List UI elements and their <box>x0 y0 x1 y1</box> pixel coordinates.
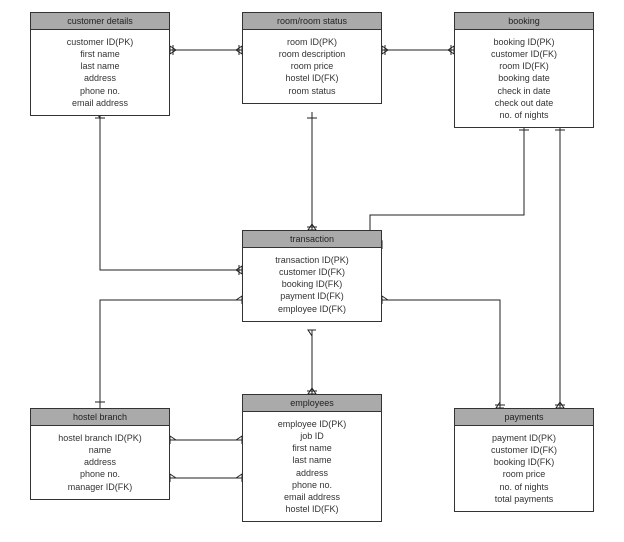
entity-title: hostel branch <box>31 409 169 426</box>
entity-field: booking ID(FK) <box>459 456 589 468</box>
entity-fields: customer ID(PK)first namelast nameaddres… <box>31 30 169 115</box>
entity-field: first name <box>247 442 377 454</box>
entity-field: customer ID(FK) <box>247 266 377 278</box>
entity-field: employee ID(PK) <box>247 418 377 430</box>
entity-field: email address <box>247 491 377 503</box>
entity-field: transaction ID(PK) <box>247 254 377 266</box>
entity-field: booking ID(FK) <box>247 278 377 290</box>
entity-field: no. of nights <box>459 109 589 121</box>
entity-field: total payments <box>459 493 589 505</box>
entity-field: last name <box>247 454 377 466</box>
entity-field: room description <box>247 48 377 60</box>
entity-field: hostel branch ID(PK) <box>35 432 165 444</box>
entity-fields: booking ID(PK)customer ID(FK)room ID(FK)… <box>455 30 593 127</box>
entity-fields: employee ID(PK)job IDfirst namelast name… <box>243 412 381 521</box>
entity-field: phone no. <box>247 479 377 491</box>
entity-title: transaction <box>243 231 381 248</box>
entity-field: room price <box>459 468 589 480</box>
entity-field: last name <box>35 60 165 72</box>
entity-field: no. of nights <box>459 481 589 493</box>
entity-field: customer ID(FK) <box>459 444 589 456</box>
entity-field: check out date <box>459 97 589 109</box>
entity-field: phone no. <box>35 468 165 480</box>
entity-field: payment ID(FK) <box>247 290 377 302</box>
entity-field: payment ID(PK) <box>459 432 589 444</box>
entity-field: phone no. <box>35 85 165 97</box>
entity-field: first name <box>35 48 165 60</box>
entity-room-status: room/room status room ID(PK)room descrip… <box>242 12 382 104</box>
entity-field: email address <box>35 97 165 109</box>
entity-hostel-branch: hostel branch hostel branch ID(PK)namead… <box>30 408 170 500</box>
entity-payments: payments payment ID(PK)customer ID(FK)bo… <box>454 408 594 512</box>
entity-field: hostel ID(FK) <box>247 72 377 84</box>
entity-field: manager ID(FK) <box>35 481 165 493</box>
entity-title: booking <box>455 13 593 30</box>
entity-field: job ID <box>247 430 377 442</box>
entity-field: check in date <box>459 85 589 97</box>
entity-field: booking ID(PK) <box>459 36 589 48</box>
entity-employees: employees employee ID(PK)job IDfirst nam… <box>242 394 382 522</box>
entity-title: customer details <box>31 13 169 30</box>
entity-field: room ID(PK) <box>247 36 377 48</box>
entity-field: employee ID(FK) <box>247 303 377 315</box>
entity-field: booking date <box>459 72 589 84</box>
entity-transaction: transaction transaction ID(PK)customer I… <box>242 230 382 322</box>
entity-field: room ID(FK) <box>459 60 589 72</box>
entity-field: address <box>35 72 165 84</box>
entity-field: address <box>35 456 165 468</box>
entity-field: room status <box>247 85 377 97</box>
entity-fields: room ID(PK)room descriptionroom pricehos… <box>243 30 381 103</box>
entity-fields: payment ID(PK)customer ID(FK)booking ID(… <box>455 426 593 511</box>
entity-field: room price <box>247 60 377 72</box>
entity-title: payments <box>455 409 593 426</box>
entity-booking: booking booking ID(PK)customer ID(FK)roo… <box>454 12 594 128</box>
entity-title: employees <box>243 395 381 412</box>
entity-fields: transaction ID(PK)customer ID(FK)booking… <box>243 248 381 321</box>
entity-field: hostel ID(FK) <box>247 503 377 515</box>
entity-field: name <box>35 444 165 456</box>
entity-field: customer ID(PK) <box>35 36 165 48</box>
entity-field: customer ID(FK) <box>459 48 589 60</box>
entity-field: address <box>247 467 377 479</box>
entity-customer-details: customer details customer ID(PK)first na… <box>30 12 170 116</box>
entity-fields: hostel branch ID(PK)nameaddressphone no.… <box>31 426 169 499</box>
entity-title: room/room status <box>243 13 381 30</box>
